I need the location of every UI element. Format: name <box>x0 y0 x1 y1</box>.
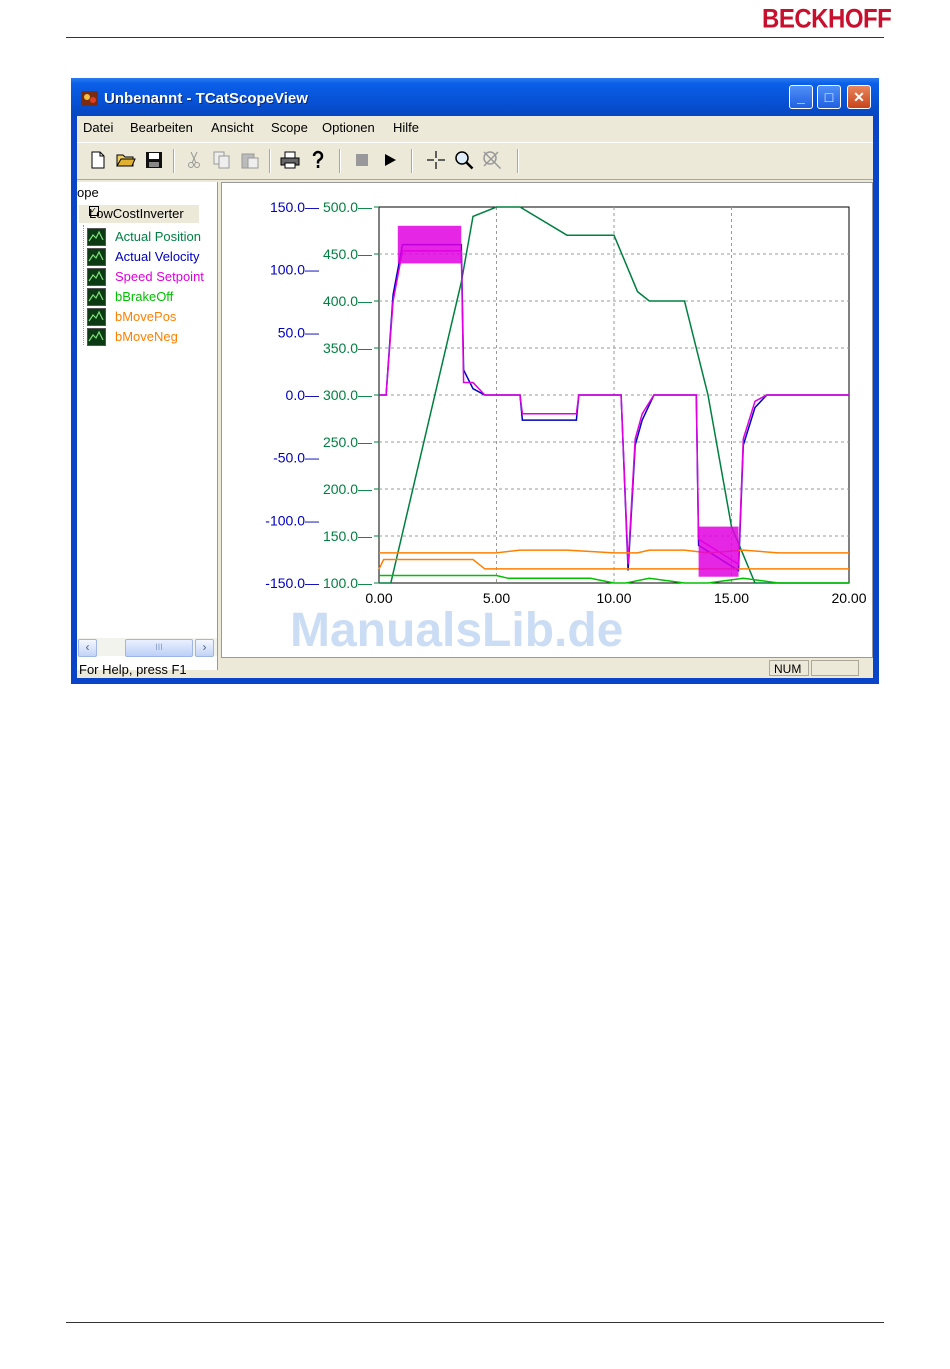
y2-tick-label: 400.0— <box>323 293 372 309</box>
channel-icon <box>87 228 106 246</box>
channel-icon <box>87 328 106 346</box>
y1-tick-label: -50.0— <box>273 450 319 466</box>
tree-node-label: LowCostInverter <box>89 206 184 221</box>
scope-plot-pane[interactable]: 0.00 5.00 10.00 15.00 20.00 500.0— 450.0— 400.0… <box>221 182 873 658</box>
window-title: Unbenannt - TCatScopeView <box>104 90 308 107</box>
footer-rule <box>66 1322 884 1323</box>
channel-label: Actual Position <box>115 229 201 244</box>
menu-ansicht[interactable]: Ansicht <box>211 120 254 135</box>
status-pane <box>811 660 859 676</box>
y1-tick-label: 0.0— <box>286 387 319 403</box>
app-window: Unbenannt - TCatScopeView _ □ ✕ Datei Be… <box>71 78 879 684</box>
channel-label: bMovePos <box>115 309 177 324</box>
toolbar-separator <box>517 149 519 173</box>
play-icon[interactable] <box>379 149 401 171</box>
y2-tick-label: 350.0— <box>323 340 372 356</box>
print-icon[interactable] <box>279 149 301 171</box>
menu-optionen[interactable]: Optionen <box>322 120 375 135</box>
watermark: ManualsLib.de <box>290 604 624 657</box>
client-area: Datei Bearbeiten Ansicht Scope Optionen … <box>77 116 873 678</box>
minimize-button[interactable]: _ <box>789 85 813 109</box>
channel-label: Speed Setpoint <box>115 269 204 284</box>
stop-icon[interactable] <box>351 149 373 171</box>
series-noise-band <box>698 526 739 577</box>
tree-node-lowcostinverter[interactable]: ✓ LowCostInverter <box>79 205 199 223</box>
status-text: For Help, press F1 <box>79 662 187 677</box>
menu-scope[interactable]: Scope <box>271 120 308 135</box>
x-tick-label: 20.00 <box>831 590 866 606</box>
cursor-crosshair-icon[interactable] <box>425 149 447 171</box>
channel-label: bBrakeOff <box>115 289 174 304</box>
y2-tick-label: 250.0— <box>323 434 372 450</box>
menu-bar: Datei Bearbeiten Ansicht Scope Optionen … <box>77 116 873 140</box>
y2-tick-label: 300.0— <box>323 387 372 403</box>
open-folder-icon[interactable] <box>115 149 137 171</box>
scroll-left-icon[interactable]: ‹ <box>78 639 97 657</box>
channel-label: Actual Velocity <box>115 249 200 264</box>
help-icon[interactable] <box>307 149 329 171</box>
scroll-thumb[interactable]: III <box>125 639 193 657</box>
y1-tick-label: 100.0— <box>270 262 319 278</box>
y2-tick-label: 200.0— <box>323 481 372 497</box>
cut-icon[interactable] <box>183 149 205 171</box>
status-bar: For Help, press F1 NUM <box>77 660 873 678</box>
y2-tick-label: 500.0— <box>323 199 372 215</box>
tree-root-label[interactable]: ope <box>77 185 99 200</box>
channel-label: bMoveNeg <box>115 329 178 344</box>
status-num-indicator: NUM <box>769 660 809 676</box>
toolbar-separator <box>411 149 413 173</box>
maximize-button[interactable]: □ <box>817 85 841 109</box>
channel-icon <box>87 288 106 306</box>
menu-datei[interactable]: Datei <box>83 120 113 135</box>
channel-icon <box>87 308 106 326</box>
scope-chart[interactable]: 0.00 5.00 10.00 15.00 20.00500.0—450.0—400.0… <box>222 183 872 657</box>
tree-horizontal-scrollbar[interactable]: ‹ III › <box>77 638 217 657</box>
header-rule <box>66 37 884 38</box>
y2-tick-label: 150.0— <box>323 528 372 544</box>
brand-logo: BECKHOFF <box>762 4 892 35</box>
toolbar-separator <box>269 149 271 173</box>
zoom-icon[interactable] <box>453 149 475 171</box>
scroll-right-icon[interactable]: › <box>195 639 214 657</box>
title-bar[interactable]: Unbenannt - TCatScopeView _ □ ✕ <box>71 78 879 116</box>
paste-icon[interactable] <box>239 149 261 171</box>
channel-tree: ope ✓ LowCostInverter Actual Position Ac… <box>77 182 218 670</box>
tree-guide-line <box>83 225 85 345</box>
close-button[interactable]: ✕ <box>847 85 871 109</box>
toolbar-separator <box>339 149 341 173</box>
y1-tick-label: -150.0— <box>265 575 319 591</box>
app-icon <box>81 91 98 106</box>
toolbar <box>77 142 873 180</box>
save-icon[interactable] <box>143 149 165 171</box>
toolbar-separator <box>173 149 175 173</box>
zoom-reset-icon[interactable] <box>481 149 503 171</box>
channel-icon <box>87 248 106 266</box>
new-file-icon[interactable] <box>87 149 109 171</box>
y1-tick-label: -100.0— <box>265 512 319 528</box>
y1-tick-label: 50.0— <box>278 324 319 340</box>
menu-bearbeiten[interactable]: Bearbeiten <box>130 120 193 135</box>
y2-tick-label: 450.0— <box>323 246 372 262</box>
y1-tick-label: 150.0— <box>270 199 319 215</box>
series-noise-band <box>397 225 462 264</box>
channel-icon <box>87 268 106 286</box>
x-tick-label: 15.00 <box>714 590 749 606</box>
y2-tick-label: 100.0— <box>323 575 372 591</box>
copy-icon[interactable] <box>211 149 233 171</box>
menu-hilfe[interactable]: Hilfe <box>393 120 419 135</box>
